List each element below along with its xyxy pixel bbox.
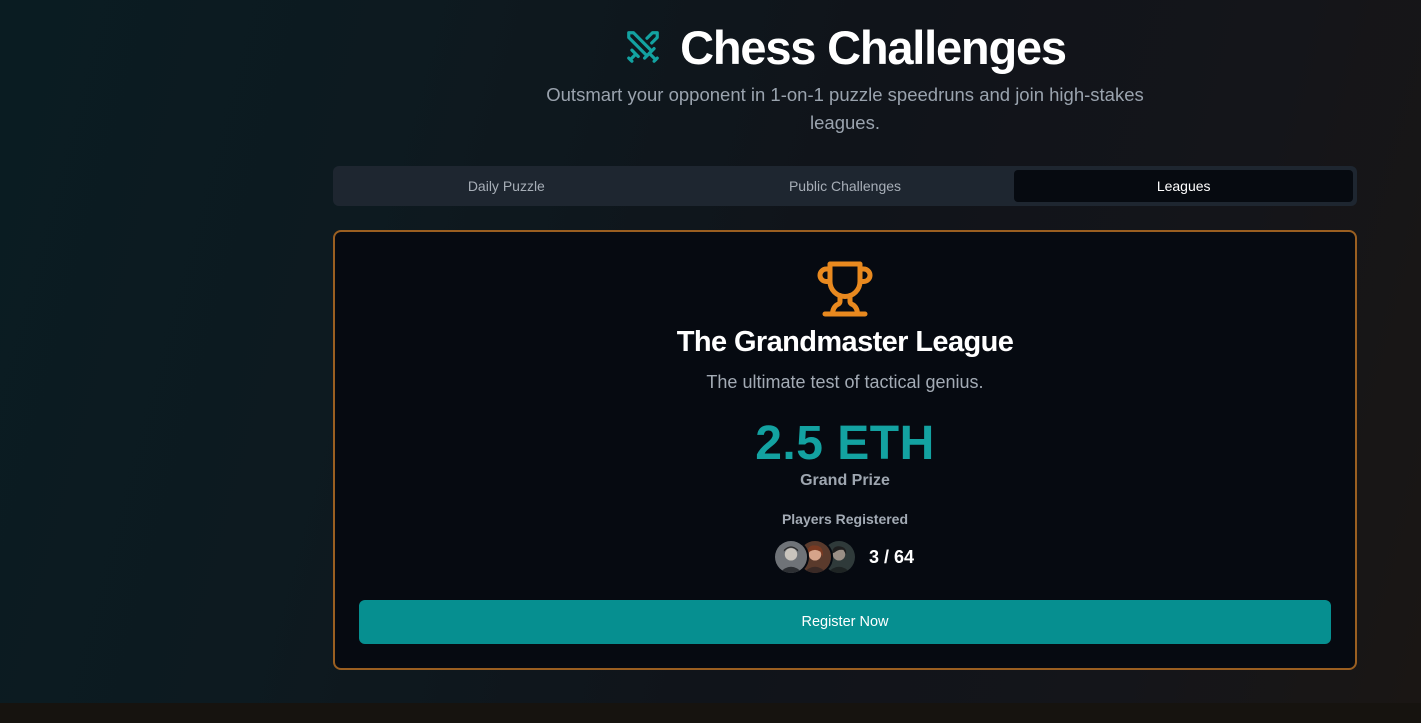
trophy-icon bbox=[815, 258, 875, 320]
footer-strip bbox=[0, 703, 1421, 723]
tab-daily-puzzle[interactable]: Daily Puzzle bbox=[337, 170, 676, 202]
league-description: The ultimate test of tactical genius. bbox=[706, 372, 984, 392]
prize-label: Grand Prize bbox=[800, 472, 890, 489]
page-subtitle: Outsmart your opponent in 1-on-1 puzzle … bbox=[546, 84, 1144, 133]
tab-bar: Daily Puzzle Public Challenges Leagues bbox=[333, 166, 1357, 206]
prize-amount: 2.5 ETH bbox=[755, 417, 935, 470]
players-count: 3 / 64 bbox=[869, 546, 915, 567]
page-title: Chess Challenges bbox=[680, 20, 1067, 74]
tab-leagues[interactable]: Leagues bbox=[1014, 170, 1354, 202]
tab-public-challenges[interactable]: Public Challenges bbox=[676, 170, 1015, 202]
league-card: The Grandmaster League The ultimate test… bbox=[333, 230, 1357, 670]
register-now-button[interactable]: Register Now bbox=[359, 600, 1331, 644]
players-row: 3 / 64 bbox=[773, 538, 914, 576]
page-header: Chess Challenges Outsmart your opponent … bbox=[0, 18, 1421, 137]
players-registered-label: Players Registered bbox=[781, 511, 909, 527]
title-row: Chess Challenges bbox=[624, 18, 1067, 76]
avatar bbox=[773, 539, 809, 575]
league-title: The Grandmaster League bbox=[676, 326, 1014, 358]
crossed-swords-icon bbox=[624, 28, 662, 66]
